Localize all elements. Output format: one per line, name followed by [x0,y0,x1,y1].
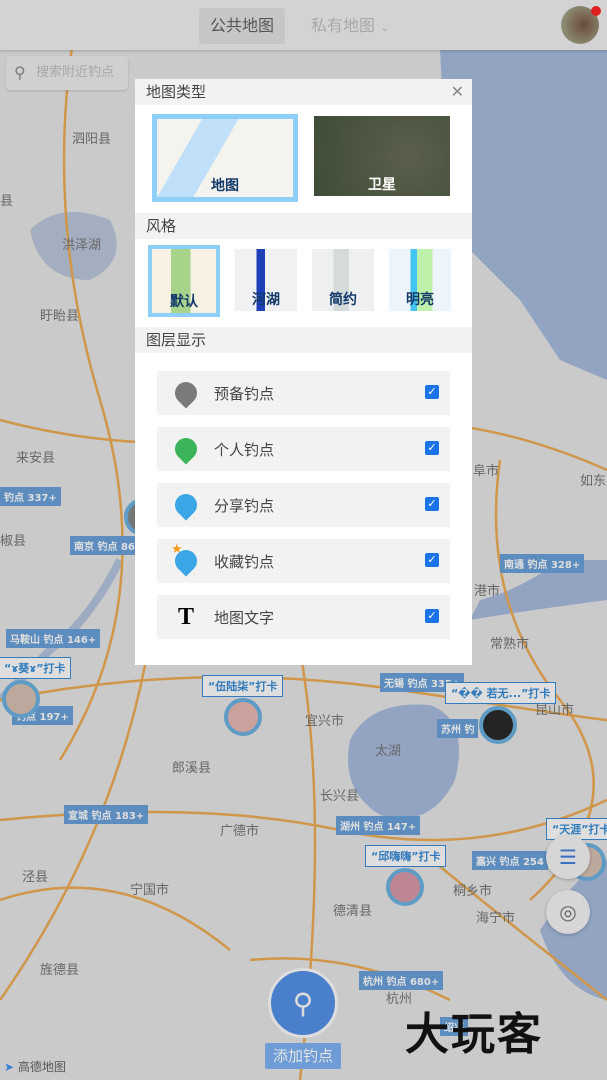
layers-button[interactable]: ☰ [546,835,590,879]
map-type-satellite[interactable]: 卫星 [314,116,450,196]
layer-row-map-text[interactable]: T 地图文字 ✓ [157,595,450,639]
layer-checkbox[interactable]: ✓ [425,441,439,455]
style-bright[interactable]: 明亮 [389,249,451,311]
layer-row-reserve[interactable]: 预备钓点 ✓ [157,371,450,415]
map-attribution: ➤ 高德地图 [4,1058,66,1075]
layer-row-shared[interactable]: 分享钓点 ✓ [157,483,450,527]
green-fish-pin-icon [170,433,202,465]
profile-avatar[interactable] [561,6,601,44]
top-bar: 公共地图 私有地图 ⌄ [0,0,607,50]
style-label: 明亮 [406,292,434,308]
gray-fish-pin-icon [170,377,202,409]
map-type-standard[interactable]: 地图 [152,114,298,202]
layer-label: 分享钓点 [214,496,275,515]
map-type-section-title: 地图类型 ✕ [135,79,472,105]
blue-fish-pin-icon [170,489,202,521]
location-pin-icon: ⚲ [292,986,314,1020]
search-icon: ⚲ [14,63,26,82]
notification-dot [591,6,601,16]
layer-checkbox[interactable]: ✓ [425,385,439,399]
tab-private-map[interactable]: 私有地图 ⌄ [300,8,400,44]
search-placeholder: 搜索附近钓点 [36,65,115,80]
style-section-title: 风格 [135,213,472,239]
search-input[interactable]: ⚲ 搜索附近钓点 [6,56,128,90]
layer-row-favorite[interactable]: ★ 收藏钓点 ✓ [157,539,450,583]
crosshair-icon: ◎ [559,900,577,924]
layer-section-title: 图层显示 [135,327,472,353]
map-layer-panel: 地图类型 ✕ 地图 卫星 风格 默认 河湖 简约 明亮 图层显示 预备钓点 ✓ 个人… [135,79,472,665]
layers-icon: ☰ [559,845,577,869]
locate-button[interactable]: ◎ [546,890,590,934]
layer-checkbox[interactable]: ✓ [425,497,439,511]
layer-label: 预备钓点 [214,384,275,403]
attribution-text: 高德地图 [17,1060,66,1074]
watermark: 大玩客 [405,1009,543,1060]
layer-label: 收藏钓点 [214,552,275,571]
style-label: 河湖 [252,292,280,308]
text-icon: T [177,603,194,630]
layer-checkbox[interactable]: ✓ [425,609,439,623]
layer-label: 地图文字 [214,608,275,627]
layer-checkbox[interactable]: ✓ [425,553,439,567]
amap-logo-icon: ➤ [4,1060,15,1074]
add-spot-label[interactable]: 添加钓点 [265,1043,341,1069]
starred-fish-pin-icon: ★ [170,542,202,577]
layer-label: 个人钓点 [214,440,275,459]
style-rivers[interactable]: 河湖 [235,249,297,311]
tab-private-label: 私有地图 [311,16,376,35]
style-label: 简约 [329,292,357,308]
tab-public-map[interactable]: 公共地图 [199,8,286,44]
style-default[interactable]: 默认 [148,245,220,317]
add-spot-button[interactable]: ⚲ [268,968,338,1038]
layer-row-personal[interactable]: 个人钓点 ✓ [157,427,450,471]
map-type-label: 地图 [211,178,239,194]
map-type-label: 卫星 [368,177,396,193]
chevron-down-icon: ⌄ [380,21,390,34]
close-icon[interactable]: ✕ [451,79,464,105]
style-simple[interactable]: 简约 [312,249,374,311]
section-title: 地图类型 [146,83,207,101]
style-label: 默认 [170,294,198,310]
